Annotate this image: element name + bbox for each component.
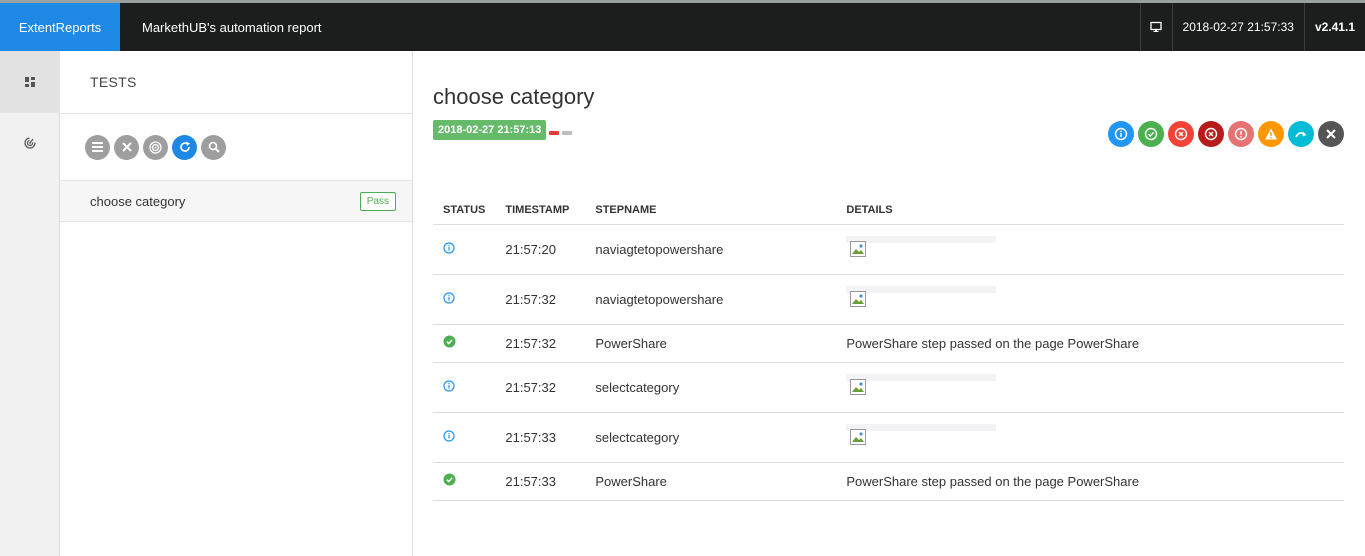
column-header-details: DETAILS [836, 196, 1344, 225]
brand-logo[interactable]: ExtentReports [0, 3, 120, 51]
status-filter-group [1108, 121, 1344, 147]
info-icon[interactable] [1108, 121, 1134, 147]
broken-image-icon [850, 429, 867, 445]
screenshot-thumbnail[interactable] [846, 424, 997, 450]
info-icon [443, 429, 455, 445]
step-name: naviagtetopowershare [585, 224, 837, 275]
skip-icon[interactable] [1288, 121, 1314, 147]
step-details: PowerShare step passed on the page Power… [836, 462, 1344, 501]
step-name: PowerShare [585, 462, 837, 501]
table-row: 21:57:33 PowerShare PowerShare step pass… [433, 462, 1344, 501]
column-header-status: STATUS [433, 196, 496, 225]
step-timestamp: 21:57:33 [495, 412, 586, 463]
refresh-icon[interactable] [172, 134, 197, 160]
step-details: PowerShare step passed on the page Power… [836, 324, 1344, 363]
close-icon[interactable] [114, 134, 139, 160]
table-row: 21:57:32 PowerShare PowerShare step pass… [433, 324, 1344, 363]
tests-toolbar [60, 114, 412, 180]
top-bar: ExtentReports MarkethUB's automation rep… [0, 0, 1365, 51]
test-status-badge: Pass [359, 191, 396, 211]
fatal-icon[interactable] [1198, 121, 1224, 147]
info-icon [443, 379, 455, 395]
step-name: naviagtetopowershare [585, 274, 837, 325]
nav-item-dashboard[interactable] [0, 113, 60, 175]
step-timestamp: 21:57:32 [495, 362, 586, 413]
tests-panel: TESTS choose category Pass [60, 51, 413, 556]
search-icon[interactable] [201, 134, 226, 160]
test-title: choose category [433, 84, 595, 109]
list-icon[interactable] [85, 134, 110, 160]
info-icon [443, 291, 455, 307]
test-detail-panel: choose category 2018-02-27 21:57:13 STAT… [413, 51, 1365, 556]
monitor-icon[interactable] [1139, 3, 1172, 51]
broken-image-icon [850, 291, 867, 307]
duration-bar-grey [562, 131, 572, 135]
broken-image-icon [850, 241, 867, 257]
report-name: MarkethUB's automation report [142, 19, 322, 35]
report-datetime: 2018-02-27 21:57:33 [1171, 3, 1304, 51]
warning-icon[interactable] [1258, 121, 1284, 147]
pass-icon [443, 335, 456, 351]
steps-table: STATUS TIMESTAMP STEPNAME DETAILS 21:57:… [433, 196, 1344, 501]
radar-icon[interactable] [143, 134, 168, 160]
fail-icon[interactable] [1168, 121, 1194, 147]
steps-table-header: STATUS TIMESTAMP STEPNAME DETAILS [433, 196, 1344, 225]
column-header-timestamp: TIMESTAMP [495, 196, 586, 225]
error-icon[interactable] [1228, 121, 1254, 147]
top-right-info: 2018-02-27 21:57:33 v2.41.1 [1139, 3, 1365, 51]
table-row: 21:57:20 naviagtetopowershare [433, 224, 1344, 275]
pass-icon[interactable] [1138, 121, 1164, 147]
table-row: 21:57:32 naviagtetopowershare [433, 274, 1344, 325]
version-label: v2.41.1 [1303, 3, 1365, 51]
radar-icon [24, 136, 36, 152]
broken-image-icon [850, 379, 867, 395]
test-name: choose category [90, 193, 186, 209]
screenshot-thumbnail[interactable] [846, 286, 997, 312]
step-timestamp: 21:57:20 [495, 224, 586, 275]
table-row: 21:57:33 selectcategory [433, 412, 1344, 463]
tests-panel-title: TESTS [60, 51, 412, 114]
step-timestamp: 21:57:33 [495, 462, 586, 501]
step-timestamp: 21:57:32 [495, 324, 586, 363]
test-started-badge: 2018-02-27 21:57:13 [433, 120, 547, 140]
column-header-stepname: STEPNAME [585, 196, 837, 225]
screenshot-thumbnail[interactable] [846, 374, 997, 400]
unknown-icon[interactable] [1318, 121, 1344, 147]
side-nav [0, 51, 60, 556]
screenshot-thumbnail[interactable] [846, 236, 997, 262]
dashboard-icon [25, 75, 35, 90]
step-name: PowerShare [585, 324, 837, 363]
info-icon [443, 241, 455, 257]
table-row: 21:57:32 selectcategory [433, 362, 1344, 413]
test-item[interactable]: choose category Pass [60, 180, 412, 222]
step-name: selectcategory [585, 362, 837, 413]
duration-bar-red [549, 131, 559, 135]
pass-icon [443, 473, 456, 489]
step-timestamp: 21:57:32 [495, 274, 586, 325]
nav-item-tests[interactable] [0, 51, 60, 113]
step-name: selectcategory [585, 412, 837, 463]
